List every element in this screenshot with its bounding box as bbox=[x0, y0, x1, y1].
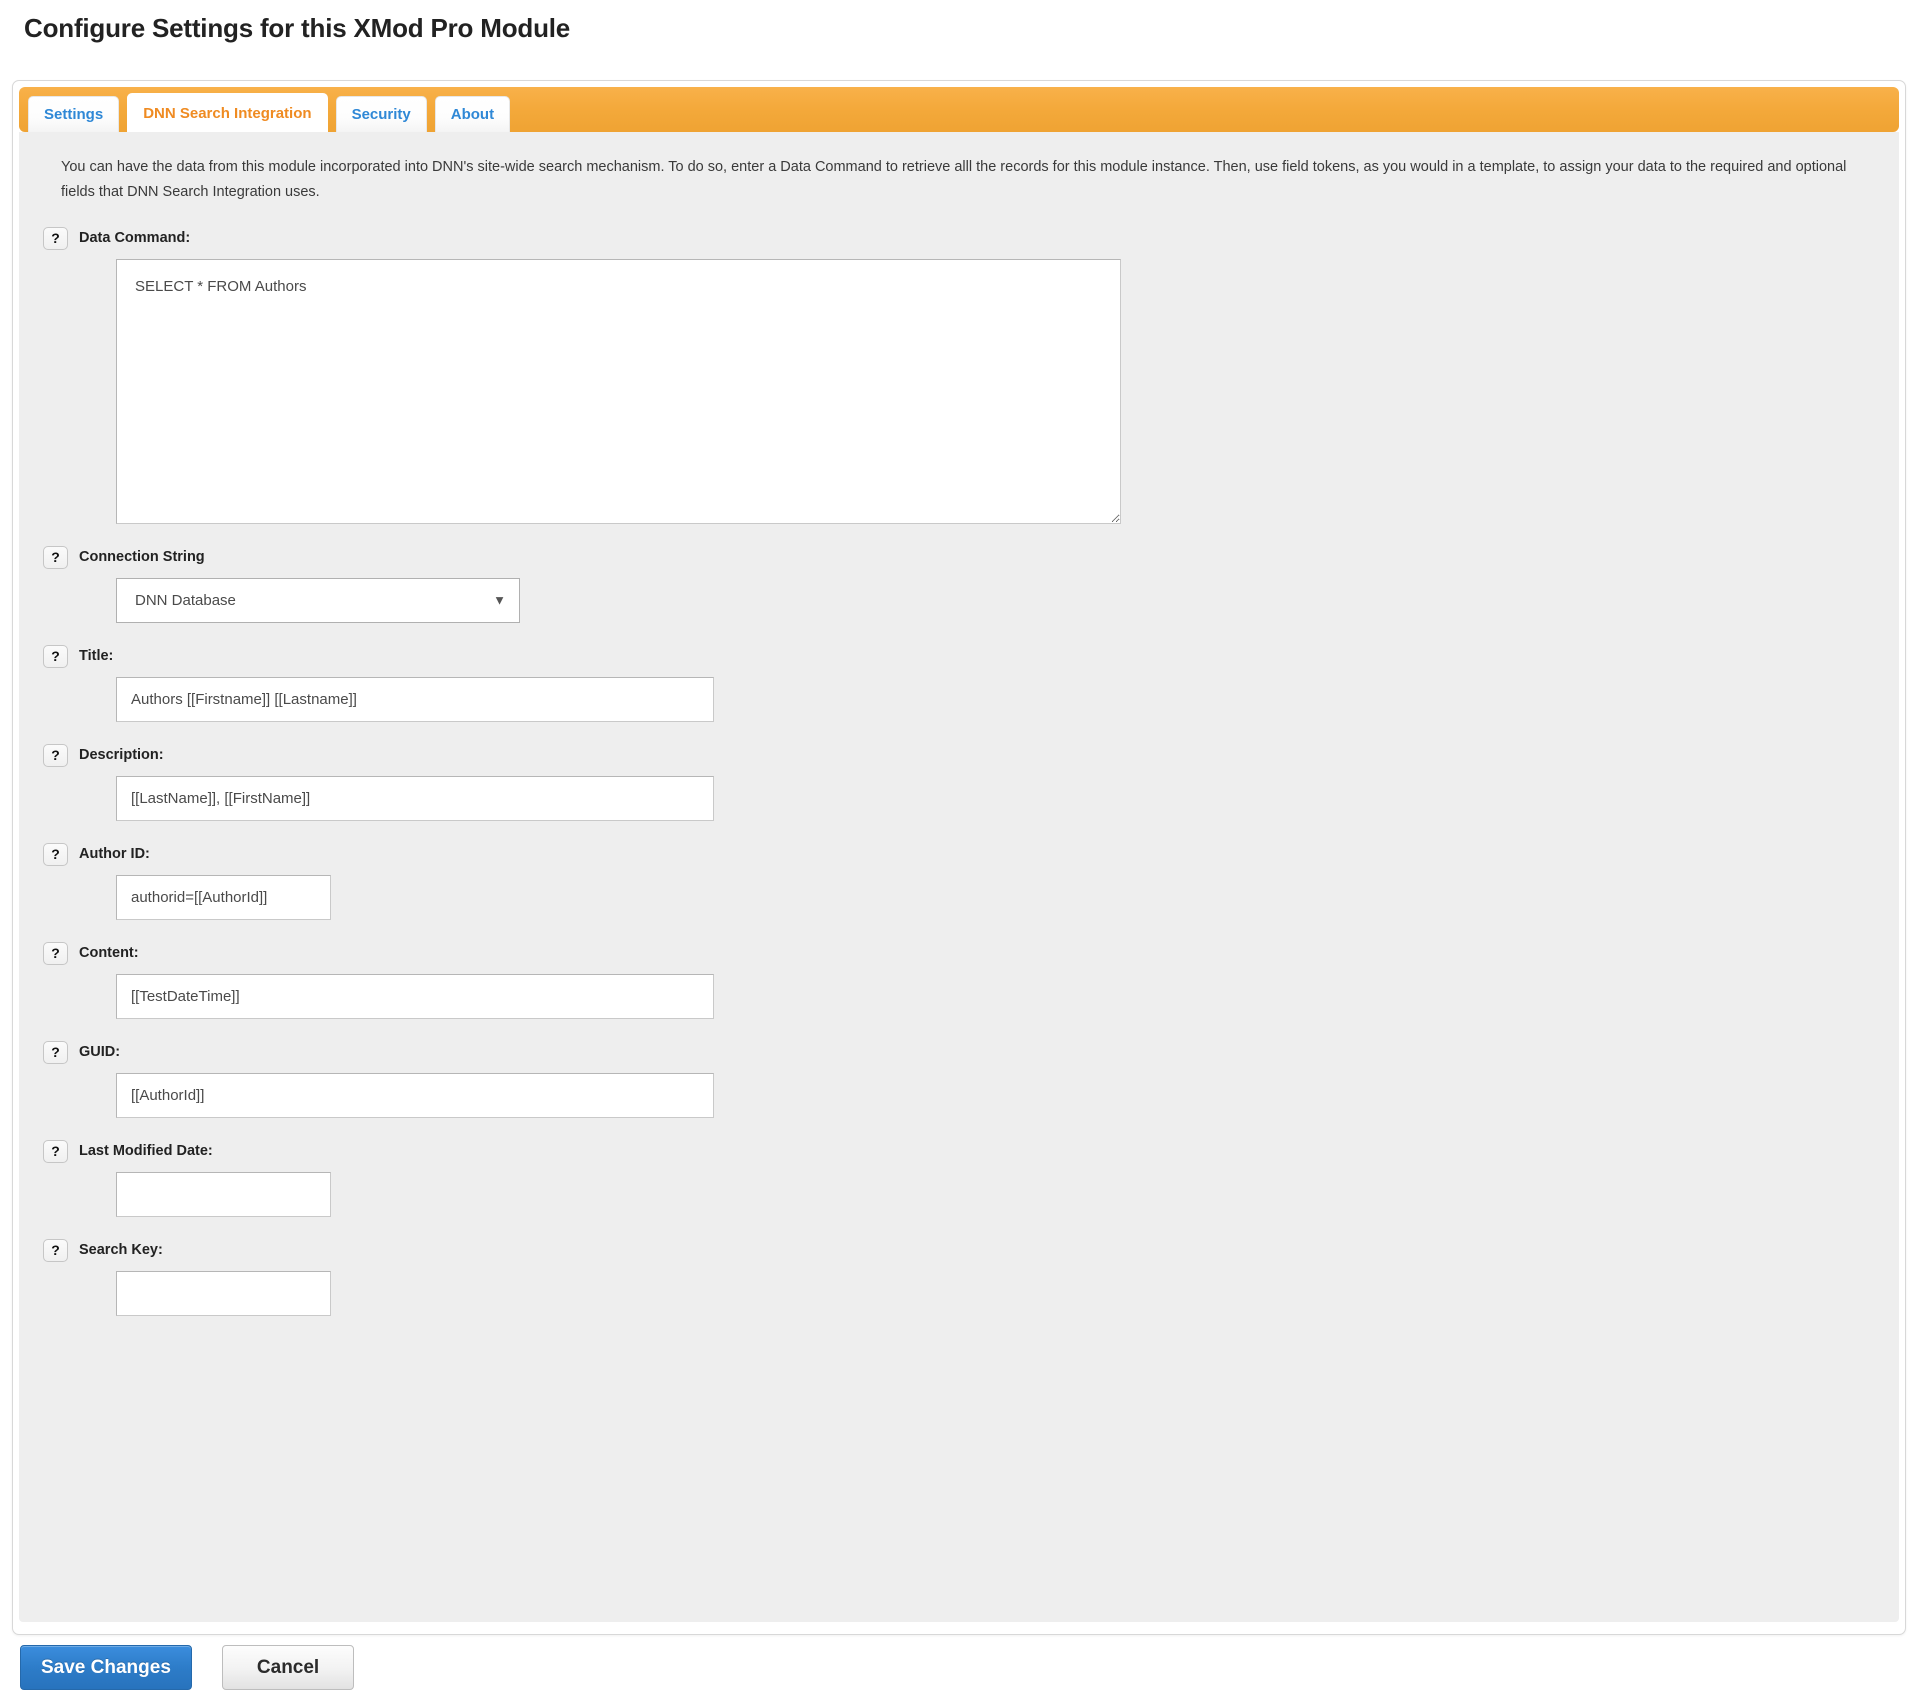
field-author-id: ? Author ID: bbox=[43, 821, 1875, 920]
help-icon-description[interactable]: ? bbox=[43, 743, 68, 767]
label-description: Description: bbox=[79, 746, 164, 763]
tab-about[interactable]: About bbox=[434, 96, 511, 132]
settings-page: Configure Settings for this XMod Pro Mod… bbox=[0, 13, 1916, 1695]
help-icon-search-key[interactable]: ? bbox=[43, 1238, 68, 1262]
page-title: Configure Settings for this XMod Pro Mod… bbox=[24, 13, 571, 43]
field-search-key: ? Search Key: bbox=[43, 1217, 1875, 1316]
tab-dnn-search-integration-label: DNN Search Integration bbox=[143, 104, 312, 122]
label-last-modified-date: Last Modified Date: bbox=[79, 1142, 213, 1159]
field-title: ? Title: bbox=[43, 623, 1875, 722]
field-content: ? Content: bbox=[43, 920, 1875, 1019]
title-input[interactable] bbox=[116, 676, 714, 722]
last-modified-date-input[interactable] bbox=[116, 1171, 331, 1217]
connection-string-select[interactable]: DNN Database bbox=[116, 577, 520, 623]
help-icon-content[interactable]: ? bbox=[43, 941, 68, 965]
help-icon-guid[interactable]: ? bbox=[43, 1040, 68, 1064]
tab-about-label: About bbox=[450, 106, 495, 123]
tab-strip: Settings DNN Search Integration Security… bbox=[19, 87, 1899, 132]
label-search-key: Search Key: bbox=[79, 1241, 163, 1258]
tab-security[interactable]: Security bbox=[335, 96, 427, 132]
label-data-command: Data Command: bbox=[79, 229, 191, 246]
tab-dnn-search-integration[interactable]: DNN Search Integration bbox=[127, 93, 328, 132]
help-icon-last-modified-date[interactable]: ? bbox=[43, 1139, 68, 1163]
label-guid: GUID: bbox=[79, 1043, 121, 1060]
tab-settings[interactable]: Settings bbox=[28, 96, 120, 132]
field-description: ? Description: bbox=[43, 722, 1875, 821]
field-last-modified-date: ? Last Modified Date: bbox=[43, 1118, 1875, 1217]
guid-input[interactable] bbox=[116, 1072, 714, 1118]
tab-body-dnn-search-integration: You can have the data from this module i… bbox=[19, 132, 1899, 1622]
field-guid: ? GUID: bbox=[43, 1019, 1875, 1118]
label-content: Content: bbox=[79, 944, 139, 961]
field-connection-string: ? Connection String DNN Database ▼ bbox=[43, 524, 1875, 623]
data-command-textarea[interactable]: SELECT * FROM Authors bbox=[116, 258, 1121, 524]
author-id-input[interactable] bbox=[116, 874, 331, 920]
tab-security-label: Security bbox=[351, 106, 411, 123]
help-icon-data-command[interactable]: ? bbox=[43, 226, 68, 250]
cancel-button[interactable]: Cancel bbox=[221, 1645, 355, 1690]
label-author-id: Author ID: bbox=[79, 845, 150, 862]
help-icon-connection-string[interactable]: ? bbox=[43, 545, 68, 569]
tab-panel: Settings DNN Search Integration Security… bbox=[12, 80, 1906, 1635]
intro-text: You can have the data from this module i… bbox=[61, 159, 1847, 200]
save-changes-button[interactable]: Save Changes bbox=[20, 1645, 192, 1690]
search-key-input[interactable] bbox=[116, 1270, 331, 1316]
field-data-command: ? Data Command: SELECT * FROM Authors bbox=[43, 205, 1875, 524]
button-bar: Save Changes Cancel bbox=[20, 1645, 355, 1690]
help-icon-author-id[interactable]: ? bbox=[43, 842, 68, 866]
label-title: Title: bbox=[79, 647, 114, 664]
help-icon-title[interactable]: ? bbox=[43, 644, 68, 668]
description-input[interactable] bbox=[116, 775, 714, 821]
content-input[interactable] bbox=[116, 973, 714, 1019]
label-connection-string: Connection String bbox=[79, 548, 205, 565]
tab-settings-label: Settings bbox=[44, 106, 104, 123]
